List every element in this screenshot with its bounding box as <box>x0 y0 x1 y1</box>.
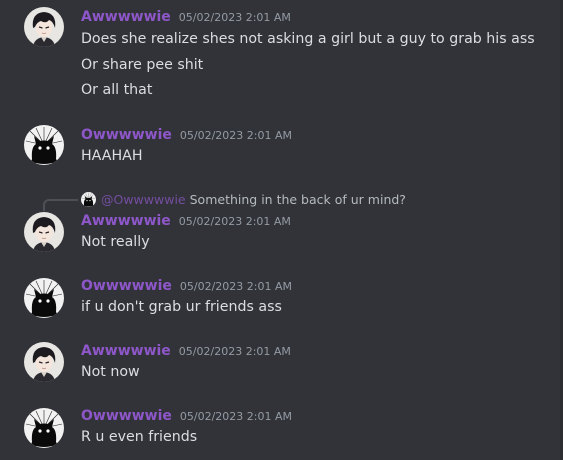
username[interactable]: Owwwwwie <box>81 278 172 294</box>
user-avatar[interactable] <box>24 342 64 382</box>
reply-username[interactable]: @Owwwwwie <box>101 192 186 207</box>
dark-haired-anime-boy-avatar-icon <box>24 342 64 382</box>
timestamp: 05/02/2023 2:01 AM <box>178 215 291 228</box>
message-text: Or all that <box>81 82 153 98</box>
user-avatar[interactable] <box>24 125 64 165</box>
user-avatar[interactable] <box>24 212 64 252</box>
timestamp: 05/02/2023 2:01 AM <box>178 11 291 24</box>
reply-preview[interactable]: @Owwwwwie Something in the back of ur mi… <box>81 191 406 207</box>
message-text: HAAHAH <box>81 148 143 164</box>
reply-avatar <box>81 192 96 207</box>
message-text: if u don't grab ur friends ass <box>81 299 282 315</box>
message-group: Owwwwwie 05/02/2023 2:01 AM R u even fri… <box>0 0 560 1</box>
message-text: Not now <box>81 364 140 380</box>
username[interactable]: Awwwwwie <box>81 213 171 229</box>
message-header: Awwwwwie 05/02/2023 2:01 AM <box>81 213 291 231</box>
message-header: Owwwwwie 05/02/2023 2:01 AM <box>81 408 292 426</box>
black-cat-silhouette-avatar-icon <box>24 278 64 318</box>
user-avatar[interactable] <box>24 278 64 318</box>
timestamp: 05/02/2023 2:01 AM <box>179 410 292 423</box>
username[interactable]: Awwwwwie <box>81 343 171 359</box>
reply-connector <box>43 199 78 211</box>
dark-haired-anime-boy-avatar-icon <box>24 7 64 47</box>
black-cat-silhouette-avatar-icon <box>24 408 64 448</box>
reply-text[interactable]: Something in the back of ur mind? <box>190 192 406 207</box>
user-avatar[interactable] <box>24 408 64 448</box>
message-text: Not really <box>81 234 150 250</box>
message-header: Owwwwwie 05/02/2023 2:01 AM <box>81 278 292 296</box>
username[interactable]: Owwwwwie <box>81 127 172 143</box>
message-header: Awwwwwie 05/02/2023 2:01 AM <box>81 9 291 27</box>
username[interactable]: Owwwwwie <box>81 408 172 424</box>
timestamp: 05/02/2023 2:01 AM <box>179 280 292 293</box>
user-avatar[interactable] <box>24 7 64 47</box>
timestamp: 05/02/2023 2:01 AM <box>179 129 292 142</box>
black-cat-silhouette-avatar-icon <box>24 125 64 165</box>
timestamp: 05/02/2023 2:01 AM <box>178 345 291 358</box>
username[interactable]: Awwwwwie <box>81 9 171 25</box>
black-cat-silhouette-avatar-icon <box>81 192 96 207</box>
message-text: Or share pee shit <box>81 57 204 73</box>
dark-haired-anime-boy-avatar-icon <box>24 212 64 252</box>
message-text: Does she realize shes not asking a girl … <box>81 31 535 47</box>
message-group: Awwwwwie 05/02/2023 2:01 AM Does she rea… <box>0 0 560 120</box>
message-header: Owwwwwie 05/02/2023 2:01 AM <box>81 127 292 145</box>
message-text: R u even friends <box>81 429 198 445</box>
message-header: Awwwwwie 05/02/2023 2:01 AM <box>81 343 291 361</box>
